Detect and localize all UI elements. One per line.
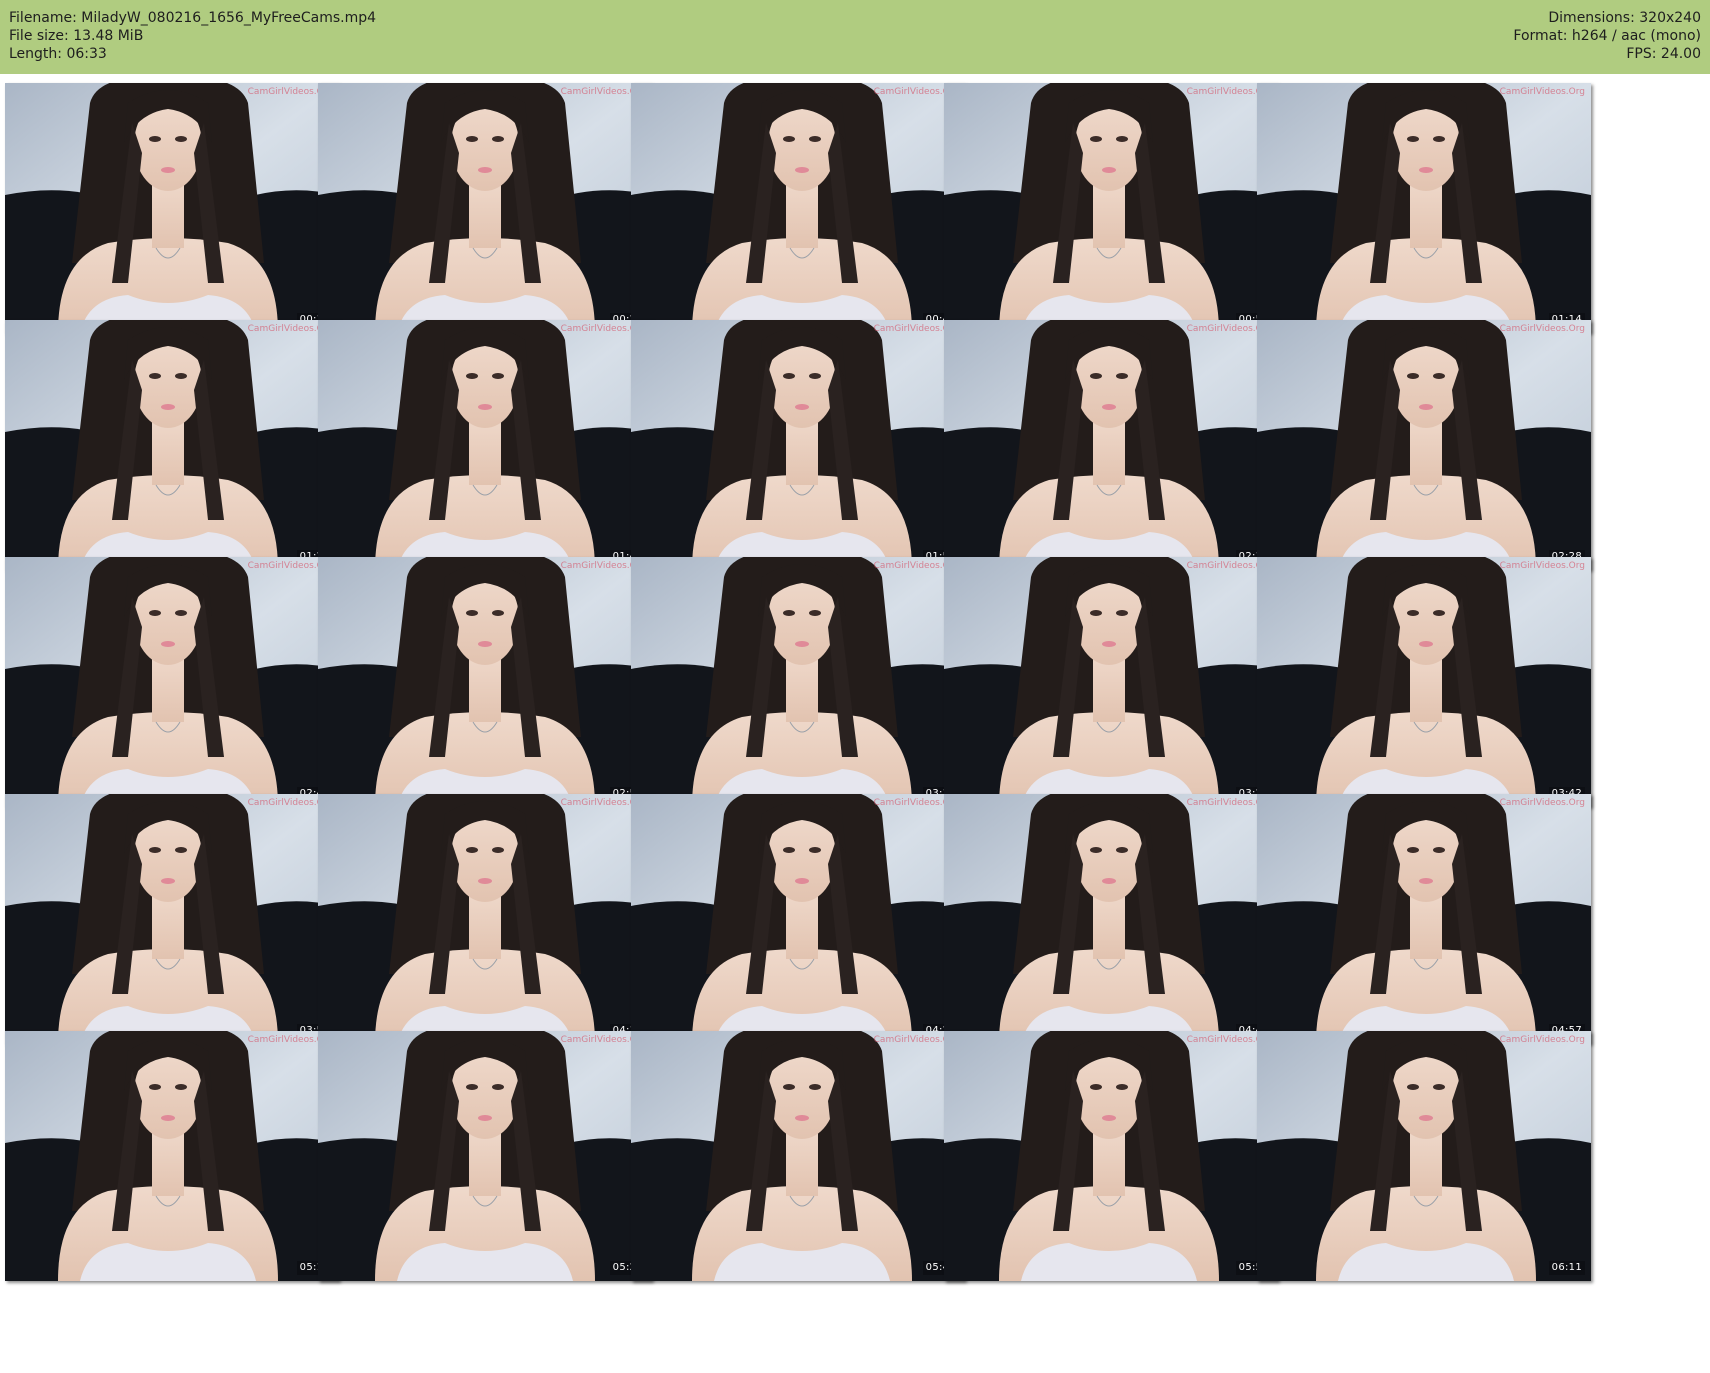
thumbnail: CamGirlVideos.Org02:13	[944, 320, 1278, 570]
thumbnail: CamGirlVideos.Org03:57	[5, 794, 339, 1044]
video-frame-image	[944, 557, 1278, 807]
thumbnail: CamGirlVideos.Org 05:12	[5, 1031, 339, 1281]
thumbnail: CamGirlVideos.Org02:28	[1257, 320, 1591, 570]
thumbnail: CamGirlVideos.Org 05:26	[318, 1031, 652, 1281]
thumbnail-grid: CamGirlVideos.Org00:14CamGirlVideos.Org0…	[0, 74, 1710, 1373]
thumbnail: CamGirlVideos.Org00:29	[318, 83, 652, 333]
watermark-text: CamGirlVideos.Org	[1499, 1035, 1585, 1045]
thumbnail: CamGirlVideos.Org00:14	[5, 83, 339, 333]
thumbnail: CamGirlVideos.Org01:29	[5, 320, 339, 570]
thumbnail: CamGirlVideos.Org00:59	[944, 83, 1278, 333]
video-frame-image	[318, 557, 652, 807]
stream-info: Dimensions: 320x240 Format: h264 / aac (…	[1513, 9, 1701, 63]
thumbnail: CamGirlVideos.Org03:13	[631, 557, 965, 807]
watermark-text: CamGirlVideos.Org	[1499, 324, 1585, 334]
thumbnail: CamGirlVideos.Org01:44	[318, 320, 652, 570]
video-frame-image	[944, 83, 1278, 333]
thumbnail: CamGirlVideos.Org03:28	[944, 557, 1278, 807]
video-frame-image	[318, 794, 652, 1044]
video-frame-image	[5, 1031, 339, 1281]
thumbnail: CamGirlVideos.Org04:12	[318, 794, 652, 1044]
thumbnail: CamGirlVideos.Org04:42	[944, 794, 1278, 1044]
thumbnail: CamGirlVideos.Org04:27	[631, 794, 965, 1044]
video-frame-image	[318, 83, 652, 333]
video-frame-image	[318, 320, 652, 570]
thumbnail: CamGirlVideos.Org 06:11	[1257, 1031, 1591, 1281]
watermark-text: CamGirlVideos.Org	[1499, 87, 1585, 97]
thumbnail: CamGirlVideos.Org 05:41	[631, 1031, 965, 1281]
video-frame-image	[944, 794, 1278, 1044]
video-frame-image	[5, 794, 339, 1044]
watermark-text: CamGirlVideos.Org	[1499, 561, 1585, 571]
thumbnail: CamGirlVideos.Org01:58	[631, 320, 965, 570]
length-text: Length: 06:33	[9, 46, 107, 62]
timestamp-label: 06:11	[1548, 1261, 1585, 1275]
video-frame-image	[1257, 320, 1591, 570]
thumbnail: CamGirlVideos.Org02:43	[5, 557, 339, 807]
video-frame-image	[944, 1031, 1278, 1281]
video-frame-image	[1257, 557, 1591, 807]
video-frame-image	[631, 1031, 965, 1281]
video-frame-image	[318, 1031, 652, 1281]
format-text: Format: h264 / aac (mono)	[1513, 28, 1701, 44]
thumbnail: CamGirlVideos.Org02:58	[318, 557, 652, 807]
dimensions-text: Dimensions: 320x240	[1548, 10, 1701, 26]
video-frame-image	[631, 794, 965, 1044]
video-frame-image	[5, 320, 339, 570]
thumbnail: CamGirlVideos.Org04:57	[1257, 794, 1591, 1044]
filename-text: Filename: MiladyW_080216_1656_MyFreeCams…	[9, 10, 377, 26]
thumbnail: CamGirlVideos.Org03:42	[1257, 557, 1591, 807]
thumbnail: CamGirlVideos.Org01:14	[1257, 83, 1591, 333]
thumbnail: CamGirlVideos.Org 05:56	[944, 1031, 1278, 1281]
video-frame-image	[944, 320, 1278, 570]
video-frame-image	[1257, 1031, 1591, 1281]
watermark-text: CamGirlVideos.Org	[1499, 798, 1585, 808]
filesize-text: File size: 13.48 MiB	[9, 28, 144, 44]
info-header: Filename: MiladyW_080216_1656_MyFreeCams…	[0, 0, 1710, 74]
video-frame-image	[5, 83, 339, 333]
video-frame-image	[1257, 794, 1591, 1044]
thumbnail: CamGirlVideos.Org00:44	[631, 83, 965, 333]
video-frame-image	[1257, 83, 1591, 333]
video-frame-image	[5, 557, 339, 807]
video-frame-image	[631, 557, 965, 807]
video-frame-image	[631, 320, 965, 570]
fps-text: FPS: 24.00	[1626, 46, 1701, 62]
video-frame-image	[631, 83, 965, 333]
file-info: Filename: MiladyW_080216_1656_MyFreeCams…	[9, 9, 376, 63]
